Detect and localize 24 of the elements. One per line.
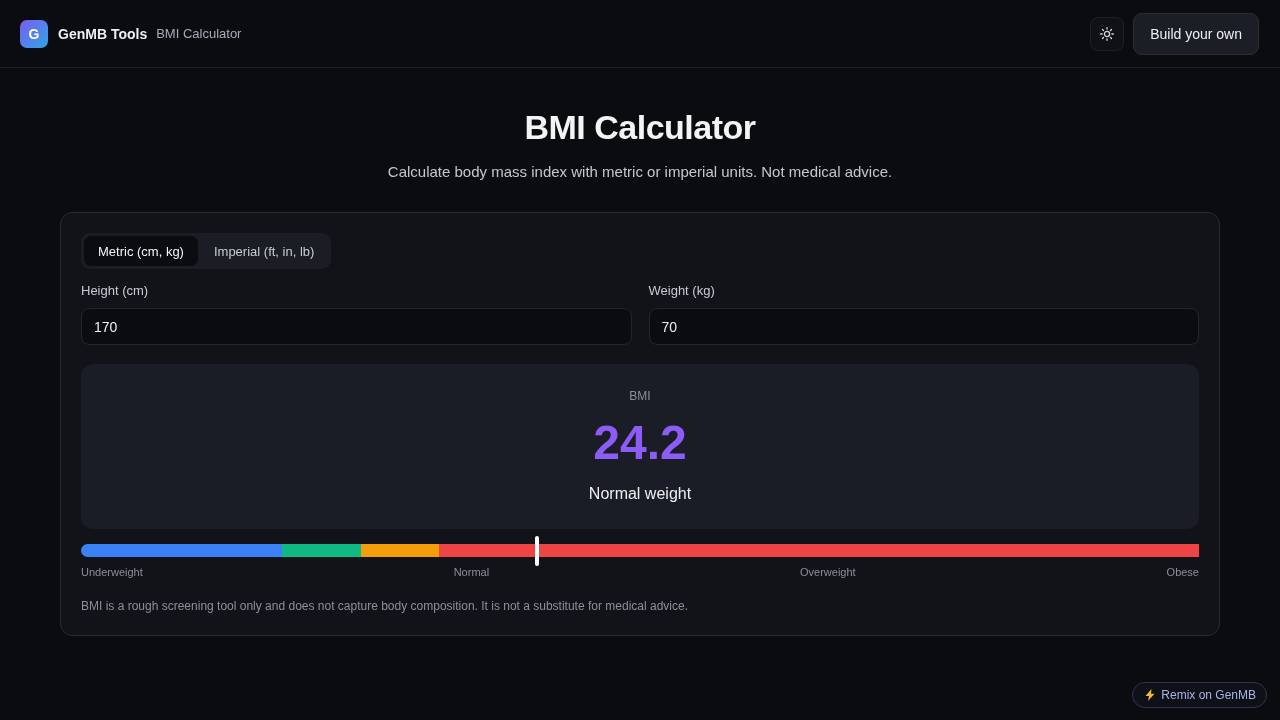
sun-icon: [1100, 26, 1115, 41]
unit-tab[interactable]: Metric (cm, kg): [84, 236, 198, 266]
lightning-icon: [1145, 689, 1156, 701]
field-label: Weight (kg): [648, 282, 716, 300]
theme-toggle-button[interactable]: [1090, 16, 1125, 51]
scale-label: Obese: [1166, 565, 1199, 579]
page-subtitle: Calculate body mass index with metric or imperial units. Not medical advice.: [387, 162, 893, 182]
bmi-value: 24.2: [593, 415, 687, 471]
unit-tab[interactable]: Imperial (ft, in, lb): [199, 236, 329, 266]
result-label: BMI: [629, 388, 651, 404]
build-your-own-button[interactable]: Build your own: [1133, 12, 1259, 55]
remix-badge[interactable]: Remix on GenMB: [1132, 682, 1267, 708]
disclaimer-text: BMI is a rough screening tool only and does not capture body composition. It is not a substitute for medical advice.: [81, 598, 689, 615]
field-label: Height (cm): [81, 282, 150, 300]
app-logo: G: [20, 19, 48, 48]
input-field[interactable]: 170: [81, 308, 632, 345]
scale-label: Underweight: [81, 565, 143, 579]
input-field[interactable]: 70: [648, 308, 1199, 345]
scale-label: Normal: [453, 565, 490, 579]
scale-label: Overweight: [800, 565, 856, 579]
brand-name: GenMB Tools: [58, 25, 148, 42]
page-title: BMI Calculator: [524, 107, 756, 147]
bmi-category: Normal weight: [588, 484, 692, 504]
page-name: BMI Calculator: [156, 26, 242, 41]
